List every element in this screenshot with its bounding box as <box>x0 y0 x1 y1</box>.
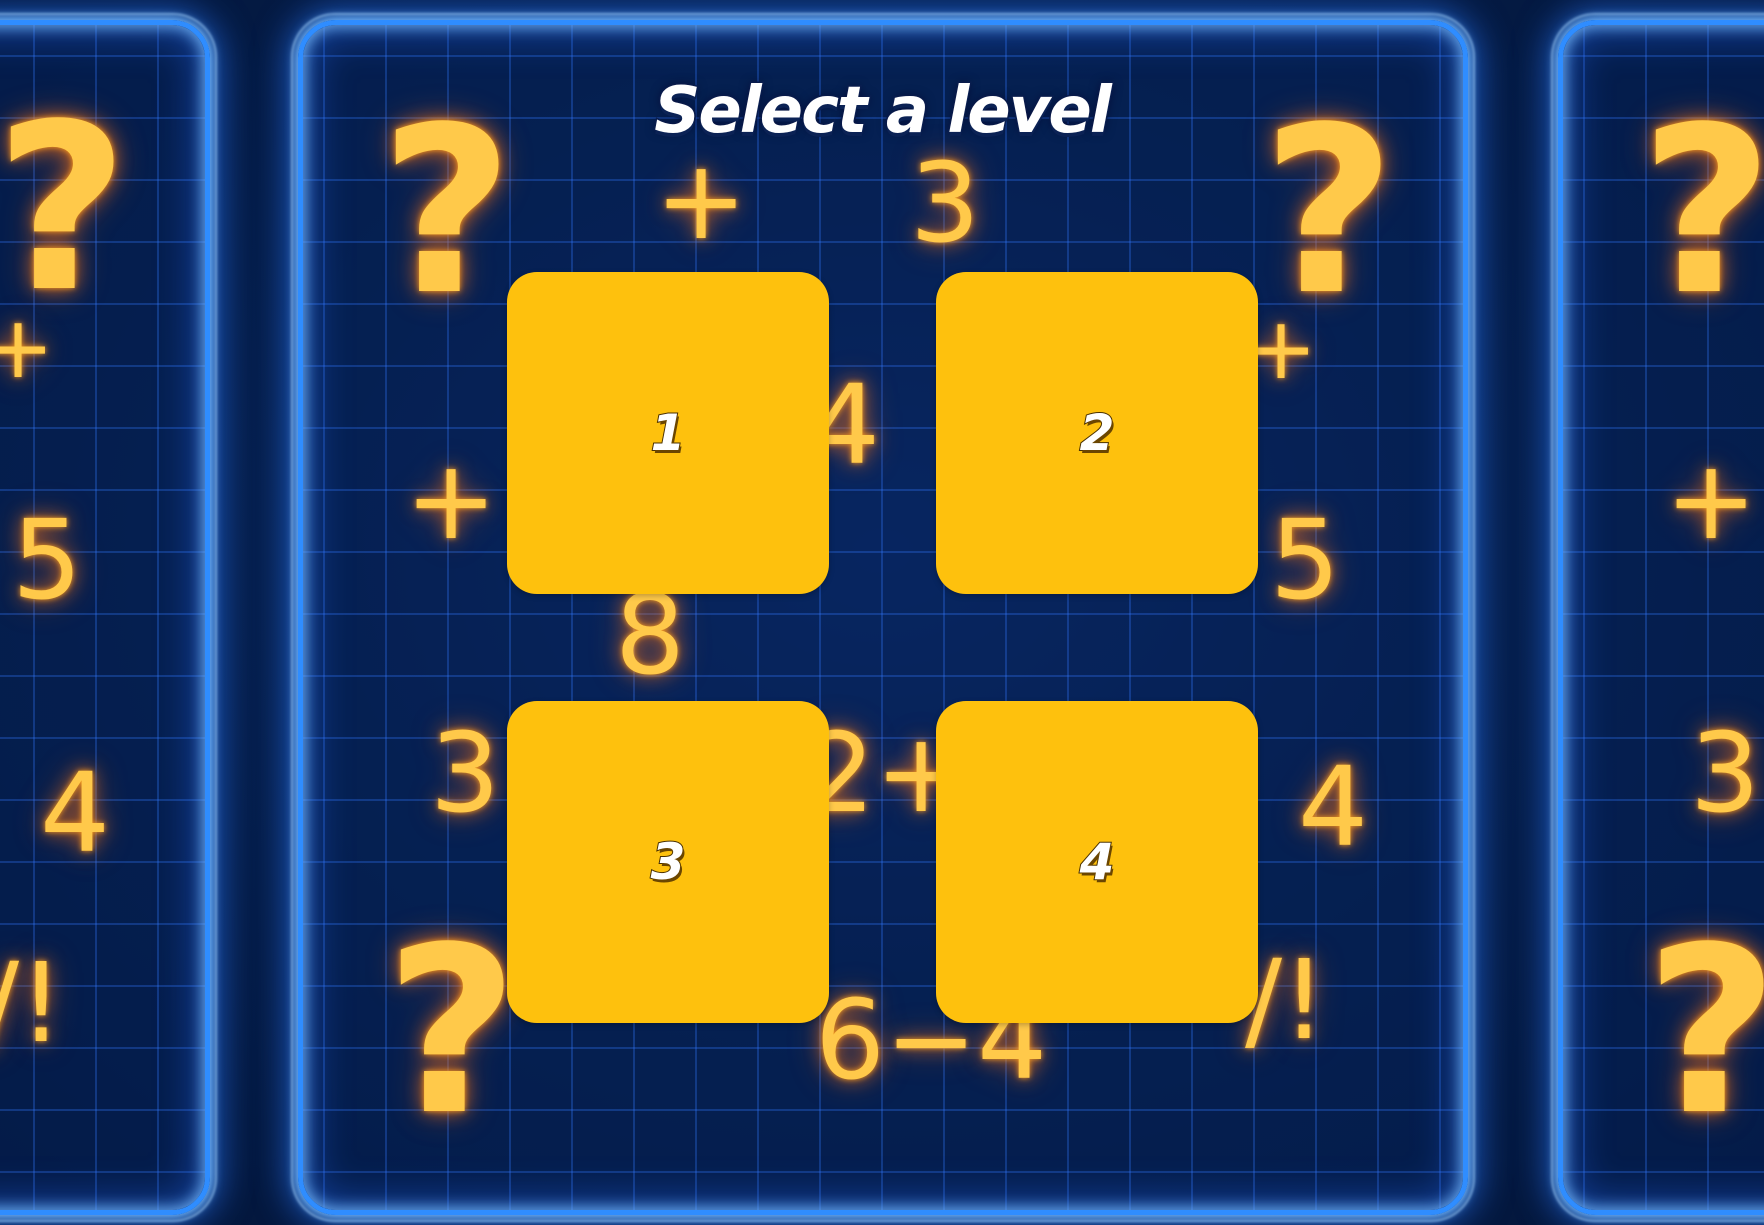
level-number: 4 <box>1079 832 1116 892</box>
screen-title: Select a level <box>653 73 1114 150</box>
level-3-button[interactable]: 3 <box>507 701 829 1023</box>
electric-panel-left <box>0 20 210 1215</box>
level-4-button[interactable]: 4 <box>936 701 1258 1023</box>
level-number: 3 <box>650 832 687 892</box>
level-1-button[interactable]: 1 <box>507 272 829 594</box>
electric-panel-center <box>298 20 1468 1215</box>
level-number: 1 <box>650 403 687 463</box>
level-number: 2 <box>1079 403 1116 463</box>
electric-panel-right <box>1558 20 1764 1215</box>
level-select-screen: ? + 5 4 /! ? + 3 ? + + 4 5 8 3 2+ 4 ? 6−… <box>0 0 1764 1225</box>
level-2-button[interactable]: 2 <box>936 272 1258 594</box>
